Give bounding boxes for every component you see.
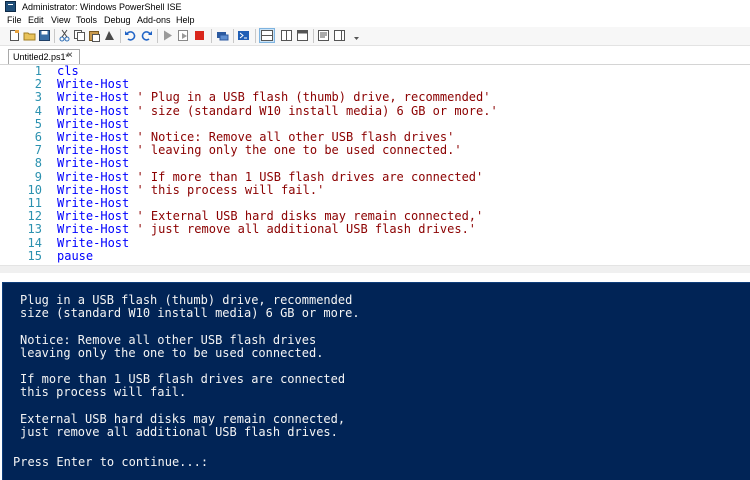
pane-splitter[interactable]: [0, 273, 750, 282]
menu-bar: File Edit View Tools Debug Add-ons Help: [0, 14, 750, 27]
remote-icon[interactable]: [216, 29, 229, 42]
code-string: ' size (standard W10 install media) 6 GB…: [129, 103, 498, 118]
toolbar-separator: [313, 29, 314, 43]
code-command: Write-Host: [57, 143, 130, 158]
toolbar: [0, 27, 750, 46]
code-string: ' External USB hard disks may remain con…: [129, 209, 484, 224]
code-string: ' this process will fail.': [129, 182, 325, 197]
layout-top-icon[interactable]: [259, 28, 275, 43]
script-tab-strip: Untitled2.ps1* ×: [0, 46, 750, 65]
code-command: Write-Host: [57, 130, 130, 144]
code-command: Write-Host: [57, 103, 130, 118]
code-command: Write-Host: [57, 182, 130, 197]
new-icon[interactable]: [8, 29, 21, 42]
code-command: Write-Host: [57, 222, 130, 237]
toolbar-separator: [120, 29, 121, 43]
menu-add-ons[interactable]: Add-ons: [137, 15, 171, 26]
code-command: Write-Host: [57, 169, 130, 184]
code-string: ' leaving only the one to be used connec…: [129, 143, 462, 158]
run-selection-icon[interactable]: [177, 29, 190, 42]
stop-icon[interactable]: [193, 29, 206, 42]
powershell-app-icon: [5, 1, 16, 12]
toolbar-separator: [157, 29, 158, 43]
menu-tools[interactable]: Tools: [76, 15, 97, 26]
console-line: Notice: Remove all other USB flash drive…: [20, 332, 317, 347]
toolbar-separator: [211, 29, 212, 43]
code-string: ' Plug in a USB flash (thumb) drive, rec…: [129, 90, 491, 105]
paste-icon[interactable]: [88, 29, 101, 42]
toolbar-separator: [54, 29, 55, 43]
save-icon[interactable]: [38, 29, 51, 42]
code-string: ' Notice: Remove all other USB flash dri…: [129, 130, 455, 144]
cut-icon[interactable]: [58, 29, 71, 42]
code-command: Write-Host: [57, 77, 130, 92]
menu-debug[interactable]: Debug: [104, 15, 131, 26]
code-command: Write-Host: [57, 116, 130, 131]
code-command: cls: [57, 64, 79, 78]
code-command: Write-Host: [57, 235, 130, 250]
open-icon[interactable]: [23, 29, 36, 42]
window-title: Administrator: Windows PowerShell ISE: [22, 2, 182, 12]
line-number: 15: [27, 248, 42, 263]
code-command: pause: [57, 248, 94, 263]
console-pane[interactable]: Plug in a USB flash (thumb) drive, recom…: [2, 282, 750, 480]
redo-icon[interactable]: [140, 29, 153, 42]
menu-help[interactable]: Help: [176, 15, 195, 26]
code-command: Write-Host: [57, 209, 130, 224]
menu-file[interactable]: File: [7, 15, 22, 26]
code-command: Write-Host: [57, 156, 130, 171]
line-number: 8: [34, 156, 42, 171]
clear-icon[interactable]: [103, 29, 116, 42]
powershell-icon[interactable]: [237, 29, 250, 42]
tab-untitled2[interactable]: Untitled2.ps1* ×: [8, 49, 80, 64]
layout-right-icon[interactable]: [280, 29, 293, 42]
console-line: just remove all additional USB flash dri…: [20, 425, 338, 439]
menu-edit[interactable]: Edit: [28, 15, 44, 26]
close-icon[interactable]: ×: [67, 50, 73, 62]
line-number-gutter: 1 2 3 4 5 6 7 8 9 10 11 12 13 14 15: [0, 64, 50, 265]
title-bar: Administrator: Windows PowerShell ISE: [0, 0, 750, 14]
script-editor[interactable]: 1 2 3 4 5 6 7 8 9 10 11 12 13 14 15 cls Write-Host Write…: [0, 64, 750, 265]
toolbar-separator: [255, 29, 256, 43]
run-icon[interactable]: [161, 29, 174, 42]
code-command: Write-Host: [57, 90, 130, 105]
show-script-icon[interactable]: [317, 29, 330, 42]
code-string: ' If more than 1 USB flash drives are co…: [129, 169, 484, 184]
menu-view[interactable]: View: [51, 15, 70, 26]
layout-max-icon[interactable]: [296, 29, 309, 42]
line-number: 9: [34, 169, 42, 184]
console-prompt: Press Enter to continue...:: [13, 455, 209, 470]
undo-icon[interactable]: [124, 29, 137, 42]
show-addon-icon[interactable]: [333, 29, 346, 42]
line-number: 4: [34, 103, 42, 118]
line-number: 14: [27, 235, 42, 250]
toolbar-overflow-icon[interactable]: [350, 33, 363, 46]
tab-label: Untitled2.ps1*: [13, 52, 70, 62]
code-line: pause: [57, 248, 94, 263]
line-number: 13: [27, 222, 42, 237]
code-command: Write-Host: [57, 196, 130, 210]
console-line: this process will fail.: [20, 385, 187, 400]
console-line: size (standard W10 install media) 6 GB o…: [20, 306, 360, 321]
copy-icon[interactable]: [73, 29, 86, 42]
toolbar-separator: [233, 29, 234, 43]
line-number: 3: [34, 90, 42, 105]
code-string: ' just remove all additional USB flash d…: [129, 222, 477, 237]
console-line: leaving only the one to be used connecte…: [20, 345, 324, 360]
